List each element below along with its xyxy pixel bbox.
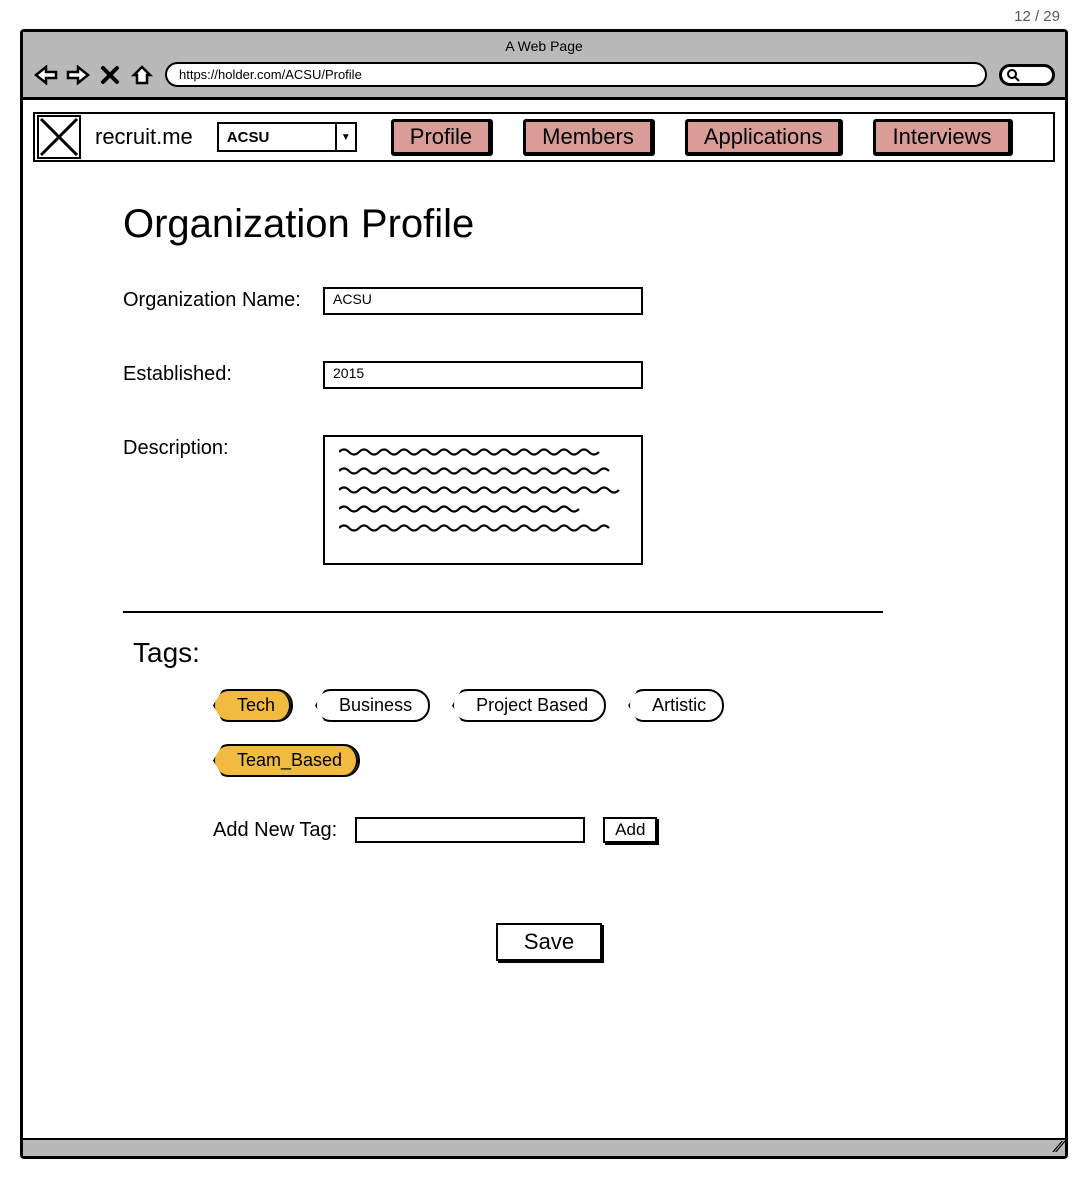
add-tag-row: Add New Tag: Add [213,817,975,843]
tab-interviews[interactable]: Interviews [873,119,1012,156]
add-tag-input[interactable] [355,817,585,843]
field-established: Established: 2015 [123,361,975,389]
resize-grip-icon[interactable]: ⁄⁄ [1054,1142,1062,1154]
window-footer: ⁄⁄ [23,1138,1065,1156]
main-panel: Organization Profile Organization Name: … [23,162,1065,961]
tag-tech[interactable]: Tech [213,689,293,722]
tab-profile[interactable]: Profile [391,119,493,156]
description-textarea[interactable] [323,435,643,565]
page-title: Organization Profile [123,202,975,247]
page-content: recruit.me ACSU ▼ Profile Members Applic… [23,112,1065,961]
tags-row-2: Team_Based [213,744,975,777]
logo-placeholder-icon [37,115,81,159]
org-select-value: ACSU [227,129,270,146]
add-button[interactable]: Add [603,817,657,843]
tag-team-based[interactable]: Team_Based [213,744,360,777]
tag-artistic[interactable]: Artistic [628,689,724,722]
chevron-down-icon: ▼ [335,124,355,150]
save-button[interactable]: Save [496,923,602,961]
org-name-label: Organization Name: [123,287,323,312]
browser-chrome: A Web Page https://holder.com/ACSU/Profi… [23,32,1065,100]
page-indicator: 12 / 29 [0,0,1088,29]
field-org-name: Organization Name: ACSU [123,287,975,315]
brand-label: recruit.me [95,124,193,150]
tab-members[interactable]: Members [523,119,655,156]
field-description: Description: [123,435,975,565]
established-label: Established: [123,361,323,386]
tag-project-based[interactable]: Project Based [452,689,606,722]
forward-icon[interactable] [65,64,91,86]
description-label: Description: [123,435,323,460]
tags-heading: Tags: [133,637,975,669]
browser-window: A Web Page https://holder.com/ACSU/Profi… [20,29,1068,1159]
search-button[interactable] [999,64,1055,86]
home-icon[interactable] [129,64,155,86]
add-tag-label: Add New Tag: [213,819,337,842]
browser-title: A Web Page [23,32,1065,58]
stop-icon[interactable] [97,64,123,86]
tags-row-1: Tech Business Project Based Artistic [213,689,975,722]
nav-tabs: Profile Members Applications Interviews [391,119,1043,156]
org-name-input[interactable]: ACSU [323,287,643,315]
app-navbar: recruit.me ACSU ▼ Profile Members Applic… [33,112,1055,162]
org-select[interactable]: ACSU ▼ [217,122,357,152]
back-icon[interactable] [33,64,59,86]
browser-toolbar: https://holder.com/ACSU/Profile [23,58,1065,97]
section-divider [123,611,883,613]
established-input[interactable]: 2015 [323,361,643,389]
tag-business[interactable]: Business [315,689,430,722]
url-input[interactable]: https://holder.com/ACSU/Profile [165,62,987,87]
tab-applications[interactable]: Applications [685,119,844,156]
